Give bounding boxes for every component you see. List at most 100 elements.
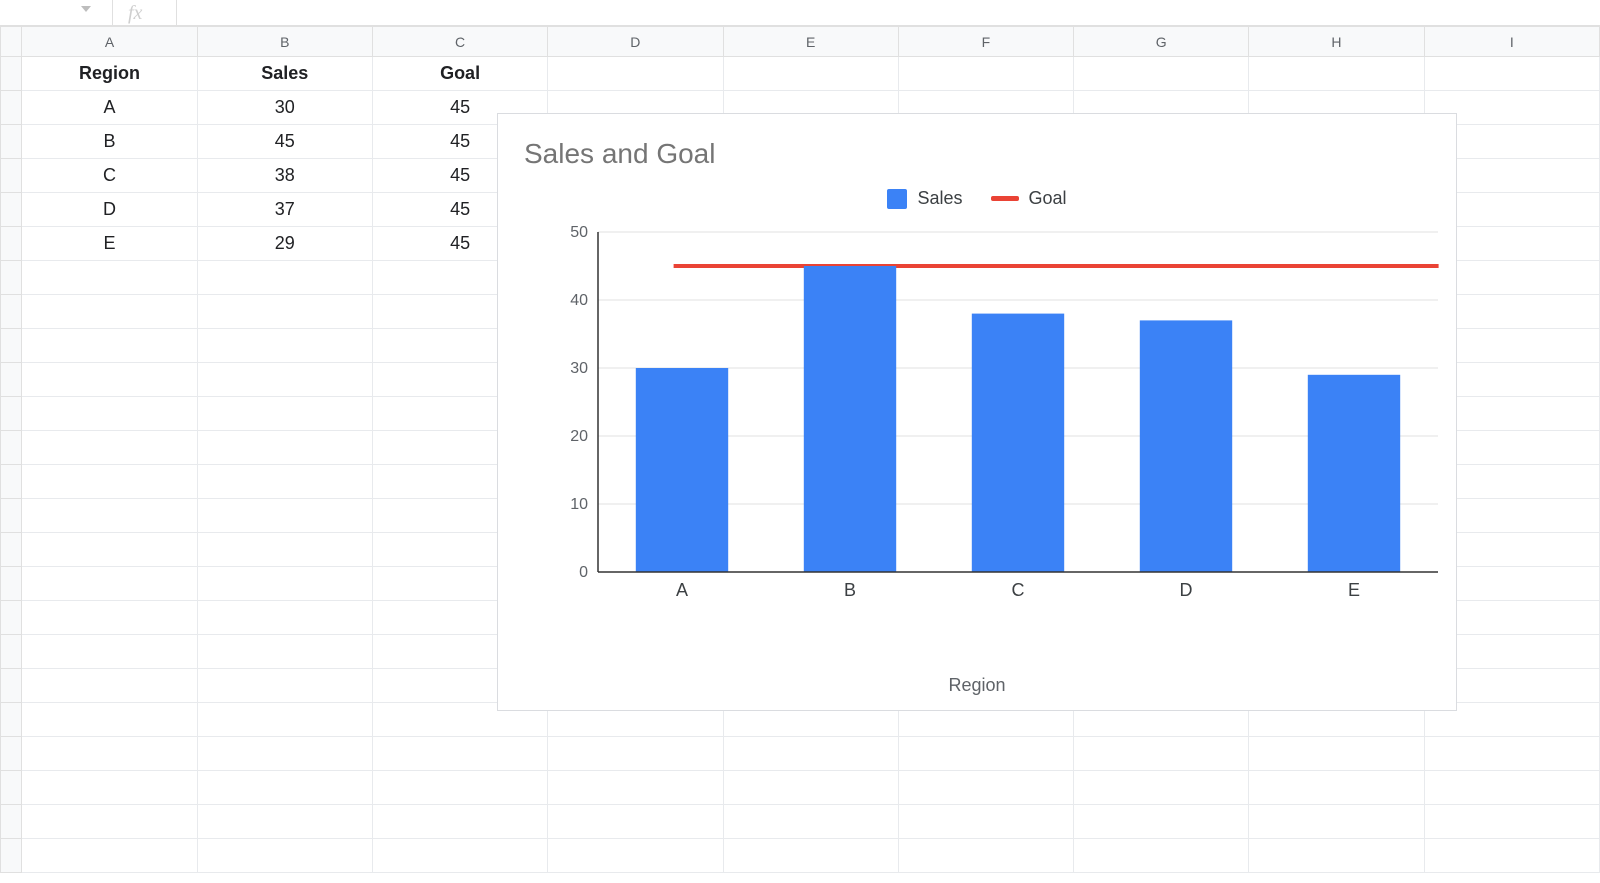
- cell[interactable]: [548, 57, 723, 91]
- select-all-corner[interactable]: [1, 27, 22, 57]
- col-header[interactable]: B: [197, 27, 372, 57]
- row-header[interactable]: [1, 839, 22, 873]
- cell[interactable]: [372, 737, 547, 771]
- col-header[interactable]: D: [548, 27, 723, 57]
- cell[interactable]: [1249, 839, 1424, 873]
- cell[interactable]: [22, 533, 197, 567]
- cell[interactable]: [22, 601, 197, 635]
- cell[interactable]: [1074, 771, 1249, 805]
- cell[interactable]: [197, 329, 372, 363]
- cell[interactable]: [898, 57, 1073, 91]
- cell[interactable]: [22, 261, 197, 295]
- col-header[interactable]: I: [1424, 27, 1599, 57]
- cell[interactable]: [22, 567, 197, 601]
- cell[interactable]: [1249, 737, 1424, 771]
- cell[interactable]: [22, 737, 197, 771]
- row-header[interactable]: [1, 703, 22, 737]
- cell[interactable]: [197, 635, 372, 669]
- cell[interactable]: [548, 771, 723, 805]
- row-header[interactable]: [1, 295, 22, 329]
- cell[interactable]: [1424, 57, 1599, 91]
- cell[interactable]: [1424, 771, 1599, 805]
- col-header[interactable]: A: [22, 27, 197, 57]
- cell[interactable]: [1074, 57, 1249, 91]
- cell[interactable]: [197, 363, 372, 397]
- row-header[interactable]: [1, 499, 22, 533]
- cell[interactable]: [1249, 805, 1424, 839]
- row-header[interactable]: [1, 125, 22, 159]
- cell[interactable]: [197, 499, 372, 533]
- col-header[interactable]: F: [898, 27, 1073, 57]
- row-header[interactable]: [1, 193, 22, 227]
- cell[interactable]: [548, 839, 723, 873]
- cell[interactable]: [898, 839, 1073, 873]
- row-header[interactable]: [1, 91, 22, 125]
- cell[interactable]: [22, 805, 197, 839]
- cell[interactable]: [22, 397, 197, 431]
- row-header[interactable]: [1, 635, 22, 669]
- cell[interactable]: E: [22, 227, 197, 261]
- cell[interactable]: [22, 703, 197, 737]
- cell[interactable]: [197, 771, 372, 805]
- cell[interactable]: [197, 533, 372, 567]
- cell[interactable]: [1074, 737, 1249, 771]
- cell[interactable]: [22, 329, 197, 363]
- cell[interactable]: [1424, 737, 1599, 771]
- col-header[interactable]: E: [723, 27, 898, 57]
- col-header[interactable]: C: [372, 27, 547, 57]
- cell[interactable]: [372, 839, 547, 873]
- row-header[interactable]: [1, 227, 22, 261]
- row-header[interactable]: [1, 601, 22, 635]
- row-header[interactable]: [1, 159, 22, 193]
- row-header[interactable]: [1, 567, 22, 601]
- cell[interactable]: [22, 669, 197, 703]
- cell[interactable]: [22, 499, 197, 533]
- cell[interactable]: [1249, 57, 1424, 91]
- cell[interactable]: [22, 363, 197, 397]
- row-header[interactable]: [1, 737, 22, 771]
- cell[interactable]: [22, 839, 197, 873]
- cell[interactable]: 30: [197, 91, 372, 125]
- cell[interactable]: [22, 295, 197, 329]
- cell[interactable]: [723, 737, 898, 771]
- chart-sales-and-goal[interactable]: Sales and Goal Sales Goal 01020304050ABC…: [497, 113, 1457, 711]
- cell[interactable]: 29: [197, 227, 372, 261]
- cell[interactable]: 38: [197, 159, 372, 193]
- cell[interactable]: [197, 703, 372, 737]
- cell[interactable]: 37: [197, 193, 372, 227]
- cell[interactable]: [22, 465, 197, 499]
- cell[interactable]: [1074, 839, 1249, 873]
- cell[interactable]: [723, 839, 898, 873]
- cell[interactable]: [197, 669, 372, 703]
- cell[interactable]: [1424, 839, 1599, 873]
- cell[interactable]: B: [22, 125, 197, 159]
- cell[interactable]: [22, 771, 197, 805]
- cell[interactable]: [723, 805, 898, 839]
- cell[interactable]: [197, 465, 372, 499]
- cell[interactable]: [898, 805, 1073, 839]
- row-header[interactable]: [1, 805, 22, 839]
- cell[interactable]: A: [22, 91, 197, 125]
- col-header[interactable]: H: [1249, 27, 1424, 57]
- row-header[interactable]: [1, 533, 22, 567]
- cell[interactable]: [372, 771, 547, 805]
- cell[interactable]: [197, 261, 372, 295]
- row-header[interactable]: [1, 363, 22, 397]
- cell[interactable]: [197, 431, 372, 465]
- cell[interactable]: [197, 601, 372, 635]
- row-header[interactable]: [1, 465, 22, 499]
- cell[interactable]: [1074, 805, 1249, 839]
- row-header[interactable]: [1, 669, 22, 703]
- cell[interactable]: [898, 771, 1073, 805]
- cell[interactable]: [1249, 771, 1424, 805]
- cell[interactable]: [197, 805, 372, 839]
- cell[interactable]: [197, 839, 372, 873]
- cell[interactable]: [548, 805, 723, 839]
- cell[interactable]: [197, 397, 372, 431]
- row-header[interactable]: [1, 57, 22, 91]
- row-header[interactable]: [1, 431, 22, 465]
- cell[interactable]: Sales: [197, 57, 372, 91]
- row-header[interactable]: [1, 397, 22, 431]
- cell[interactable]: [898, 737, 1073, 771]
- cell[interactable]: Region: [22, 57, 197, 91]
